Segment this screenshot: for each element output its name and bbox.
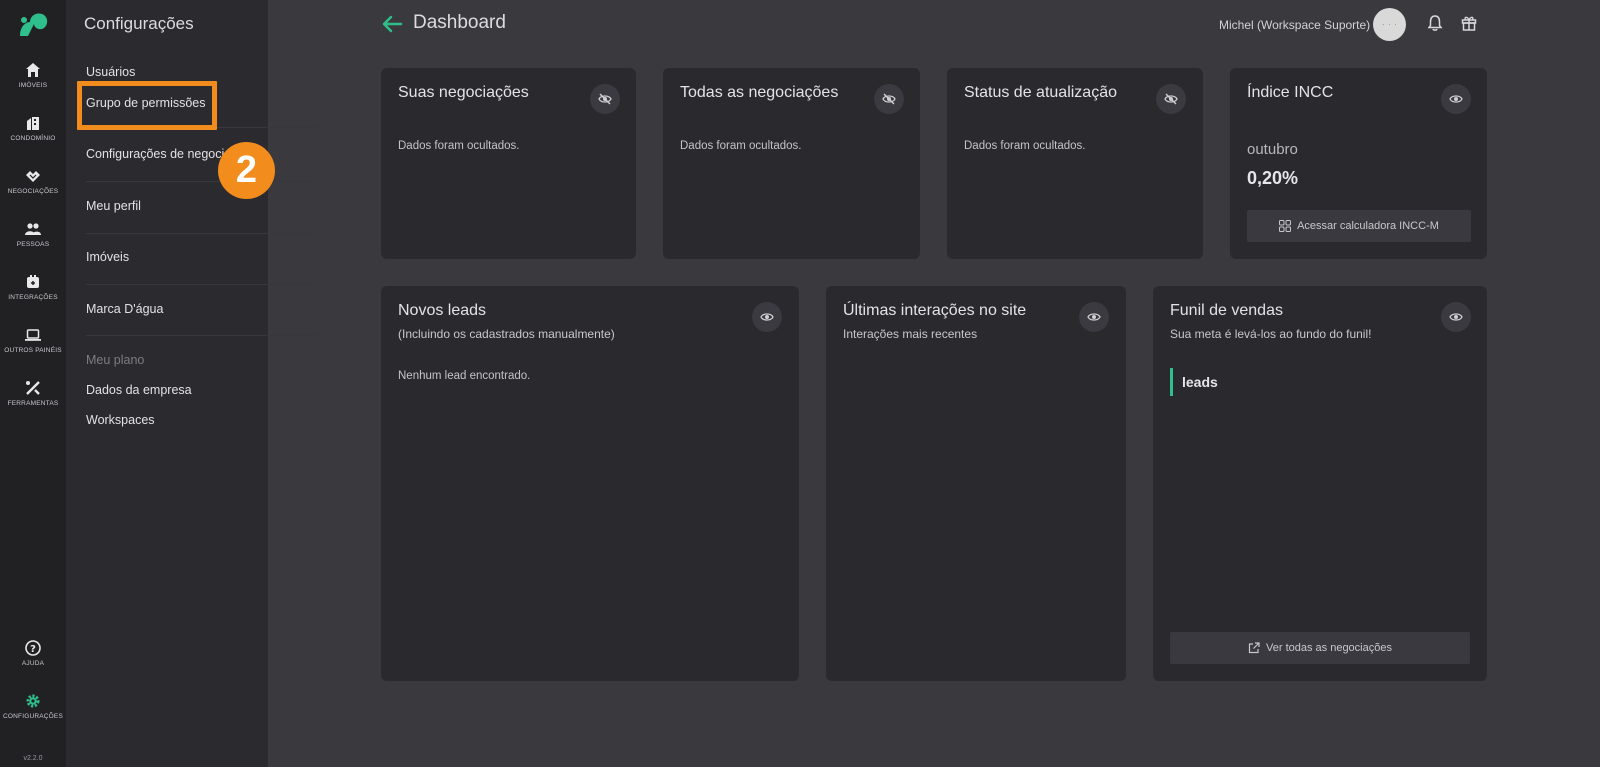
incc-value: 0,20%	[1247, 168, 1299, 188]
sidebar-item-workspaces[interactable]: Workspaces	[86, 413, 155, 427]
rail-item-ferramentas[interactable]: Ferramentas	[0, 380, 66, 430]
settings-sidebar: Configurações Usuários Grupo de permissõ…	[66, 0, 318, 767]
card-ultimas-interacoes: Últimas interações no site Interações ma…	[826, 286, 1126, 681]
view-all-deals-button[interactable]: Ver todas as negociações	[1170, 632, 1470, 664]
eye-off-icon	[598, 93, 612, 105]
rail-label: Condomínio	[10, 135, 56, 142]
building-icon	[27, 117, 39, 130]
sidebar-title: Configurações	[84, 14, 194, 33]
svg-text:?: ?	[30, 644, 36, 655]
card-todas-negociacoes: Todas as negociações Dados foram ocultad…	[663, 68, 920, 259]
toggle-visibility-button[interactable]	[1156, 84, 1186, 114]
eye-off-icon	[882, 93, 896, 105]
hidden-data-message: Dados foram ocultados.	[964, 140, 1086, 152]
logo-icon[interactable]	[16, 10, 50, 40]
rail-label: Ferramentas	[7, 400, 59, 407]
laptop-icon	[25, 329, 41, 341]
card-subtitle: Interações mais recentes	[843, 327, 978, 341]
sidebar-divider	[86, 335, 318, 336]
sidebar-divider	[86, 181, 318, 182]
gear-icon	[26, 694, 40, 708]
sidebar-divider	[86, 284, 318, 285]
rail-label: Configurações	[2, 713, 64, 720]
sidebar-item-imoveis[interactable]: Imóveis	[86, 250, 129, 264]
rail-label: Outros painéis	[4, 347, 62, 354]
toggle-visibility-button[interactable]	[752, 302, 782, 332]
incc-calculator-button[interactable]: Acessar calculadora INCC-M	[1247, 210, 1471, 242]
eye-off-icon	[1164, 93, 1178, 105]
rail-item-pessoas[interactable]: Pessoas	[0, 221, 66, 271]
eye-icon	[1087, 313, 1101, 321]
calculator-icon	[1279, 220, 1292, 232]
funnel-stage-label[interactable]: leads	[1182, 374, 1218, 390]
toggle-visibility-button[interactable]	[1441, 84, 1471, 114]
toggle-visibility-button[interactable]	[1441, 302, 1471, 332]
avatar[interactable]: · · ·	[1373, 8, 1406, 41]
version-label: v2.2.0	[23, 755, 43, 762]
hidden-data-message: Dados foram ocultados.	[398, 140, 520, 152]
card-title: Suas negociações	[398, 84, 529, 101]
eye-icon	[1449, 313, 1463, 321]
hidden-data-message: Dados foram ocultados.	[680, 140, 802, 152]
plug-icon	[27, 275, 39, 288]
rail-item-integracoes[interactable]: Integrações	[0, 274, 66, 324]
rail-label: Imóveis	[18, 82, 48, 89]
button-label: Acessar calculadora INCC-M	[1297, 220, 1439, 232]
page-title: Dashboard	[413, 12, 506, 33]
sidebar-item-configuracoes-negociacoes[interactable]: Configurações de negoci	[86, 147, 224, 161]
card-title: Novos leads	[398, 302, 487, 319]
sidebar-item-usuarios[interactable]: Usuários	[86, 65, 135, 79]
rail-item-negociacoes[interactable]: Negociações	[0, 168, 66, 218]
external-link-icon	[1248, 642, 1260, 654]
card-title: Status de atualização	[964, 84, 1117, 101]
rail-label: Pessoas	[16, 241, 50, 248]
bell-icon[interactable]	[1426, 14, 1444, 32]
people-icon	[25, 223, 41, 235]
rail-label: Negociações	[7, 188, 59, 195]
empty-leads-message: Nenhum lead encontrado.	[398, 370, 531, 382]
sidebar-section-meu-plano: Meu plano	[86, 353, 145, 367]
card-status-atualizacao: Status de atualização Dados foram oculta…	[947, 68, 1203, 259]
rail-item-outros-paineis[interactable]: Outros painéis	[0, 327, 66, 377]
card-title: Índice INCC	[1247, 84, 1334, 101]
sidebar-item-marca-dagua[interactable]: Marca D'água	[86, 302, 163, 316]
eye-icon	[1449, 95, 1463, 103]
sidebar-item-meu-perfil[interactable]: Meu perfil	[86, 199, 141, 213]
icon-rail: Imóveis Condomínio Negociações Pessoas I…	[0, 0, 66, 767]
rail-item-ajuda[interactable]: ? Ajuda	[0, 640, 66, 690]
card-title: Funil de vendas	[1170, 302, 1283, 319]
rail-item-condominio[interactable]: Condomínio	[0, 115, 66, 165]
card-title: Todas as negociações	[680, 84, 839, 101]
back-arrow-icon[interactable]	[381, 13, 403, 35]
card-indice-incc: Índice INCC outubro 0,20% Acessar calcul…	[1230, 68, 1487, 259]
incc-month: outubro	[1247, 141, 1298, 158]
user-name[interactable]: Michel (Workspace Suporte)	[1219, 18, 1370, 32]
card-funil-vendas: Funil de vendas Sua meta é levá-los ao f…	[1153, 286, 1487, 681]
sidebar-divider	[86, 233, 318, 234]
card-suas-negociacoes: Suas negociações Dados foram ocultados.	[381, 68, 636, 259]
card-title: Últimas interações no site	[843, 302, 1027, 319]
toggle-visibility-button[interactable]	[590, 84, 620, 114]
sidebar-item-dados-empresa[interactable]: Dados da empresa	[86, 383, 192, 397]
handshake-icon	[26, 171, 40, 182]
button-label: Ver todas as negociações	[1266, 642, 1392, 654]
rail-item-imoveis[interactable]: Imóveis	[0, 62, 66, 112]
rail-label: Ajuda	[21, 660, 45, 667]
funnel-stage-bar	[1170, 368, 1173, 396]
card-subtitle: Sua meta é levá-los ao fundo do funil!	[1170, 327, 1372, 341]
toggle-visibility-button[interactable]	[1079, 302, 1109, 332]
sidebar-divider	[86, 127, 318, 128]
rail-label: Integrações	[8, 294, 58, 301]
card-novos-leads: Novos leads (Incluindo os cadastrados ma…	[381, 286, 799, 681]
tools-icon	[26, 381, 40, 395]
card-subtitle: (Incluindo os cadastrados manualmente)	[398, 327, 615, 341]
step-badge: 2	[218, 142, 275, 199]
sidebar-item-grupo-permissoes[interactable]: Grupo de permissões	[86, 96, 206, 110]
eye-icon	[760, 313, 774, 321]
gift-icon[interactable]	[1460, 14, 1478, 32]
toggle-visibility-button[interactable]	[874, 84, 904, 114]
help-icon: ?	[25, 640, 41, 656]
rail-item-configuracoes[interactable]: Configurações	[0, 693, 66, 743]
home-icon	[26, 63, 40, 77]
